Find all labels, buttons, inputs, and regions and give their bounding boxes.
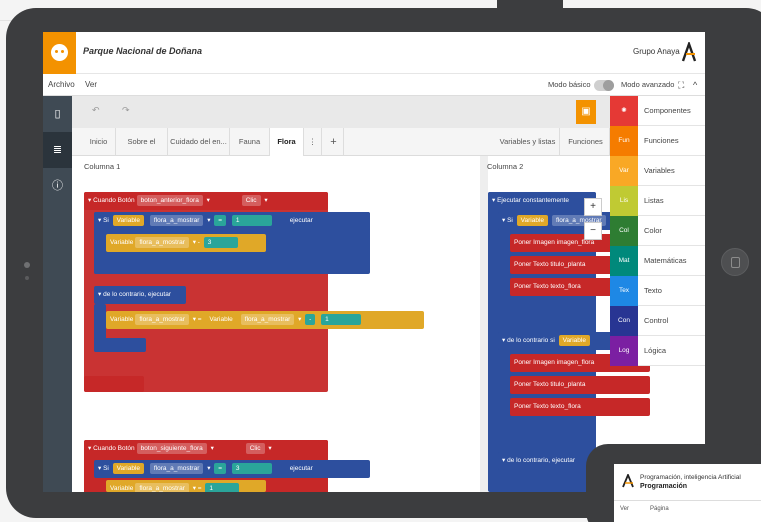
else-header-col2[interactable]: ▾ de lo contrario, ejecutar — [498, 452, 598, 470]
else-header[interactable]: ▾ de lo contrario, ejecutar — [94, 286, 186, 304]
forever-header[interactable]: ▾ Ejecutar constantemente — [488, 192, 596, 210]
category-control[interactable]: Con Control — [610, 306, 705, 336]
variable-set-next[interactable]: Variable flora_a_mostrar ▾ = 1 — [106, 480, 266, 492]
category-listas[interactable]: Lis Listas — [610, 186, 705, 216]
tab-sobre-el-parque[interactable]: Sobre el parque — [116, 128, 168, 174]
column-2-label: Columna 2 — [487, 162, 524, 171]
overlay-subtitle: Programación — [640, 483, 688, 490]
app-screen: Parque Nacional de Doñana Grupo Anaya Ar… — [43, 32, 705, 492]
home-icon — [731, 257, 740, 268]
category-color[interactable]: Col Color — [610, 216, 705, 246]
category-logica[interactable]: Log Lógica — [610, 336, 705, 366]
undo-icon[interactable]: ↶ — [92, 105, 100, 116]
zoom-out-button[interactable]: − — [584, 222, 602, 240]
home-button[interactable] — [721, 248, 749, 276]
if-header[interactable]: ▾ Si Variable flora_a_mostrar ▾ = 1 ejec… — [94, 212, 370, 230]
if-footer — [94, 258, 146, 274]
collapse-icon[interactable]: ^ — [693, 80, 697, 90]
second-tablet-screen: Programación, inteligencia Artificial Pr… — [614, 464, 761, 522]
app-header: Parque Nacional de Doñana Grupo Anaya — [43, 32, 705, 74]
tab-fauna[interactable]: Fauna — [230, 128, 270, 156]
overlay-menu-ver[interactable]: Ver — [620, 506, 629, 512]
brand-name: Grupo Anaya — [633, 47, 680, 56]
if-header-next[interactable]: ▾ Si Variable flora_a_mostrar ▾ = 3 ejec… — [94, 460, 370, 478]
column-1-label: Columna 1 — [84, 162, 121, 171]
sensor-icon — [25, 276, 29, 280]
tab-flora[interactable]: Flora — [270, 128, 304, 156]
set-text-block-2[interactable]: Poner Texto texto_flora — [510, 398, 650, 416]
tab-variables-listas[interactable]: Variables y listas — [496, 128, 560, 156]
brand-logo-icon — [681, 42, 697, 62]
brand-logo-icon-small — [622, 474, 634, 488]
column-divider — [480, 156, 488, 492]
menu-ver[interactable]: Ver — [85, 80, 97, 89]
variable-increment[interactable]: Variable flora_a_mostrar ▾ = Variable flor… — [106, 311, 424, 329]
add-tab-button[interactable]: + — [324, 128, 344, 156]
blocks-workspace[interactable]: Columna 1 Columna 2 ▾ Cuando Botón boton_… — [72, 156, 650, 492]
overlay-menu-pagina[interactable]: Página — [650, 506, 669, 512]
advanced-mode-label: Modo avanzado — [621, 80, 675, 89]
when-next-header[interactable]: ▾ Cuando Botón boton_siguiente_flora ▾ Cl… — [84, 440, 328, 458]
camera-icon — [24, 262, 30, 268]
mode-toggle[interactable] — [594, 80, 614, 91]
app-logo-icon — [51, 44, 68, 61]
event-footer-previous — [84, 376, 144, 392]
menu-archivo[interactable]: Archivo — [48, 80, 75, 89]
tab-funciones[interactable]: Funciones — [562, 128, 610, 156]
phone-icon[interactable]: ▯ — [43, 96, 72, 132]
info-icon[interactable]: ⓘ — [43, 168, 72, 204]
category-variables[interactable]: Var Variables — [610, 156, 705, 186]
preview-button[interactable]: ▣ — [576, 100, 596, 124]
variable-decrement[interactable]: Variable flora_a_mostrar ▾ - 3 — [106, 234, 266, 252]
category-componentes[interactable]: ✺ Componentes — [610, 96, 705, 126]
screen-tabs: Inicio Sobre el parque Cuidado del en...… — [72, 128, 610, 174]
zoom-in-button[interactable]: + — [584, 198, 602, 216]
overlay-title: Programación, inteligencia Artificial — [640, 474, 741, 481]
else-footer — [94, 338, 146, 352]
when-previous-header[interactable]: ▾ Cuando Botón boton_anterior_flora ▾ Cli… — [84, 192, 328, 210]
category-texto[interactable]: Tex Texto — [610, 276, 705, 306]
tablet-notch — [497, 0, 563, 8]
tab-cuidado[interactable]: Cuidado del en... — [168, 128, 230, 156]
toolbar: ↶ ↷ — [72, 96, 610, 128]
category-matematicas[interactable]: Mat Matemáticas — [610, 246, 705, 276]
fullscreen-icon[interactable]: ⛶ — [678, 80, 684, 91]
app-logo — [43, 32, 76, 74]
blocks-icon[interactable]: ≣ — [43, 132, 72, 168]
app-title: Parque Nacional de Doñana — [83, 46, 203, 56]
tab-options-icon[interactable]: ⋮ — [304, 128, 322, 156]
tab-inicio[interactable]: Inicio — [82, 128, 116, 156]
side-nav: ▯ ≣ ⓘ — [43, 96, 72, 492]
basic-mode-label: Modo básico — [548, 80, 591, 89]
category-funciones[interactable]: Fun Funciones — [610, 126, 705, 156]
menu-bar: Archivo Ver Modo básico Modo avanzado ⛶ … — [43, 75, 705, 96]
components-icon: ✺ — [610, 96, 638, 126]
redo-icon[interactable]: ↷ — [122, 105, 130, 116]
set-title-block-2[interactable]: Poner Texto titulo_planta — [510, 376, 650, 394]
